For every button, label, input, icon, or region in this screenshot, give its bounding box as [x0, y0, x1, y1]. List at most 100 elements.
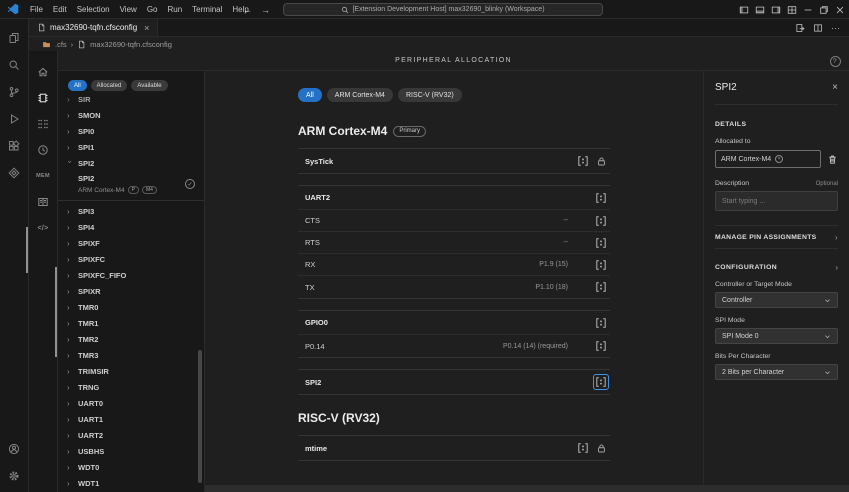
allocate-icon[interactable]	[595, 237, 607, 249]
search-icon[interactable]	[0, 51, 29, 78]
allocate-icon[interactable]	[595, 215, 607, 227]
menu-selection[interactable]: Selection	[72, 0, 115, 19]
settings-icon[interactable]	[0, 462, 29, 489]
signal-row-p0-14[interactable]: P0.14P0.14 (14) (required)	[298, 335, 610, 357]
menu-run[interactable]: Run	[162, 0, 187, 19]
back-icon[interactable]: ←	[243, 5, 252, 15]
tree-item-spixr[interactable]: ›SPIXR	[58, 283, 204, 299]
tree-item-uart2[interactable]: ›UART2	[58, 427, 204, 443]
toggle-primary-sidebar-icon[interactable]	[739, 5, 749, 15]
tree-item-spixfc[interactable]: ›SPIXFC	[58, 251, 204, 267]
signal-row-rts[interactable]: RTS--	[298, 232, 610, 254]
tab-close-icon[interactable]: ×	[144, 23, 149, 33]
peripheral-row-gpio0[interactable]: GPIO0	[298, 311, 610, 335]
peripheral-row-mtime[interactable]: mtime	[298, 436, 610, 460]
home-icon[interactable]	[32, 64, 54, 80]
tree-item-spi3[interactable]: ›SPI3	[58, 203, 204, 219]
tree-item-tmr2[interactable]: ›TMR2	[58, 331, 204, 347]
tree-item-sir[interactable]: ›SIR	[58, 97, 204, 107]
extensions-icon[interactable]	[0, 132, 29, 159]
tree-item-tmr1[interactable]: ›TMR1	[58, 315, 204, 331]
tree-item-trimsir[interactable]: ›TRIMSIR	[58, 363, 204, 379]
command-center[interactable]: [Extension Development Host] max32690_bl…	[283, 3, 603, 16]
tree-item-spi0[interactable]: ›SPI0	[58, 123, 204, 139]
peripheral-allocation-icon[interactable]	[32, 90, 54, 106]
memory-icon[interactable]: MEM	[32, 168, 54, 184]
rail-scrollbar[interactable]	[55, 267, 57, 357]
tree-item-uart1[interactable]: ›UART1	[58, 411, 204, 427]
close-icon[interactable]	[835, 5, 845, 15]
tree-item-spixf[interactable]: ›SPIXF	[58, 235, 204, 251]
help-icon[interactable]: ?	[830, 56, 841, 67]
tree-subitem-spi2[interactable]: SPI2ARM Cortex-M4PM4✓	[58, 171, 204, 201]
codefusion-studio-icon[interactable]	[0, 159, 29, 186]
split-editor-icon[interactable]	[813, 23, 823, 33]
accounts-icon[interactable]	[0, 435, 29, 462]
registers-icon[interactable]	[32, 194, 54, 210]
signal-row-rx[interactable]: RXP1.9 (15)	[298, 254, 610, 276]
tree-item-tmr0[interactable]: ›TMR0	[58, 299, 204, 315]
run-and-debug-icon[interactable]	[0, 105, 29, 132]
tree-item-spi2[interactable]: ›SPI2	[58, 155, 204, 171]
select-controller-or-target-mode[interactable]: Controller	[715, 292, 838, 308]
explorer-icon[interactable]	[0, 24, 29, 51]
select-bits-per-character[interactable]: 2 Bits per Character	[715, 364, 838, 380]
tree-filter-available[interactable]: Available	[131, 80, 167, 91]
configuration-section-header[interactable]: CONFIGURATION ›	[715, 263, 838, 272]
signal-row-tx[interactable]: TXP1.10 (18)	[298, 276, 610, 298]
horizontal-scrollbar[interactable]	[205, 485, 849, 492]
tree-item-spi1[interactable]: ›SPI1	[58, 139, 204, 155]
allocate-icon[interactable]	[595, 281, 607, 293]
allocated-to-field[interactable]: ARM Cortex-M4 ×	[715, 150, 821, 168]
allocate-icon[interactable]	[595, 192, 607, 204]
generate-code-icon[interactable]: </>	[32, 220, 54, 236]
allocated-check-icon[interactable]: ✓	[185, 179, 195, 189]
tree-item-uart0[interactable]: ›UART0	[58, 395, 204, 411]
tree-item-smon[interactable]: ›SMON	[58, 107, 204, 123]
tree-item-wdt1[interactable]: ›WDT1	[58, 475, 204, 491]
allocate-icon-focused[interactable]	[595, 376, 607, 388]
tree-filter-allocated[interactable]: Allocated	[91, 80, 128, 91]
source-control-icon[interactable]	[0, 78, 29, 105]
toggle-panel-icon[interactable]	[755, 5, 765, 15]
breadcrumb-folder[interactable]: .cfs	[55, 40, 67, 49]
signal-row-cts[interactable]: CTS--	[298, 210, 610, 232]
allocate-icon[interactable]	[577, 155, 589, 167]
trash-icon[interactable]	[827, 154, 838, 165]
more-actions-icon[interactable]: ···	[831, 23, 840, 33]
remove-allocation-icon[interactable]: ×	[775, 155, 783, 163]
minimize-icon[interactable]	[803, 5, 813, 15]
menu-go[interactable]: Go	[142, 0, 163, 19]
tree-filter-all[interactable]: All	[68, 80, 87, 91]
menu-file[interactable]: File	[25, 0, 48, 19]
tree-item-wdt0[interactable]: ›WDT0	[58, 459, 204, 475]
allocate-icon[interactable]	[577, 442, 589, 454]
tab-max32690-tqfn-cfsconfig[interactable]: max32690-tqfn.cfsconfig ×	[29, 19, 158, 36]
clock-config-icon[interactable]	[32, 142, 54, 158]
menu-edit[interactable]: Edit	[48, 0, 72, 19]
tree-item-usbhs[interactable]: ›USBHS	[58, 443, 204, 459]
peripheral-row-uart2[interactable]: UART2	[298, 186, 610, 210]
pin-config-icon[interactable]	[32, 116, 54, 132]
tree-item-spixfc_fifo[interactable]: ›SPIXFC_FIFO	[58, 267, 204, 283]
core-filter-arm-cortex-m4[interactable]: ARM Cortex-M4	[327, 88, 393, 102]
tree-item-trng[interactable]: ›TRNG	[58, 379, 204, 395]
menu-view[interactable]: View	[115, 0, 142, 19]
core-filter-all[interactable]: All	[298, 88, 322, 102]
tree-scrollbar[interactable]	[198, 350, 202, 483]
open-text-editor-icon[interactable]	[795, 23, 805, 33]
manage-pin-assignments-link[interactable]: MANAGE PIN ASSIGNMENTS ›	[715, 225, 838, 249]
tree-item-spi4[interactable]: ›SPI4	[58, 219, 204, 235]
activity-bar-scrollbar[interactable]	[26, 227, 28, 273]
breadcrumb-file[interactable]: max32690-tqfn.cfsconfig	[90, 40, 172, 49]
tree-item-tmr3[interactable]: ›TMR3	[58, 347, 204, 363]
peripheral-row-spi2[interactable]: SPI2	[298, 370, 610, 394]
forward-icon[interactable]: →	[261, 5, 270, 15]
description-input[interactable]: Start typing ...	[715, 191, 838, 211]
allocate-icon[interactable]	[595, 259, 607, 271]
restore-icon[interactable]	[819, 5, 829, 15]
select-spi-mode[interactable]: SPI Mode 0	[715, 328, 838, 344]
allocate-icon[interactable]	[595, 317, 607, 329]
toggle-secondary-sidebar-icon[interactable]	[771, 5, 781, 15]
menu-terminal[interactable]: Terminal	[187, 0, 227, 19]
